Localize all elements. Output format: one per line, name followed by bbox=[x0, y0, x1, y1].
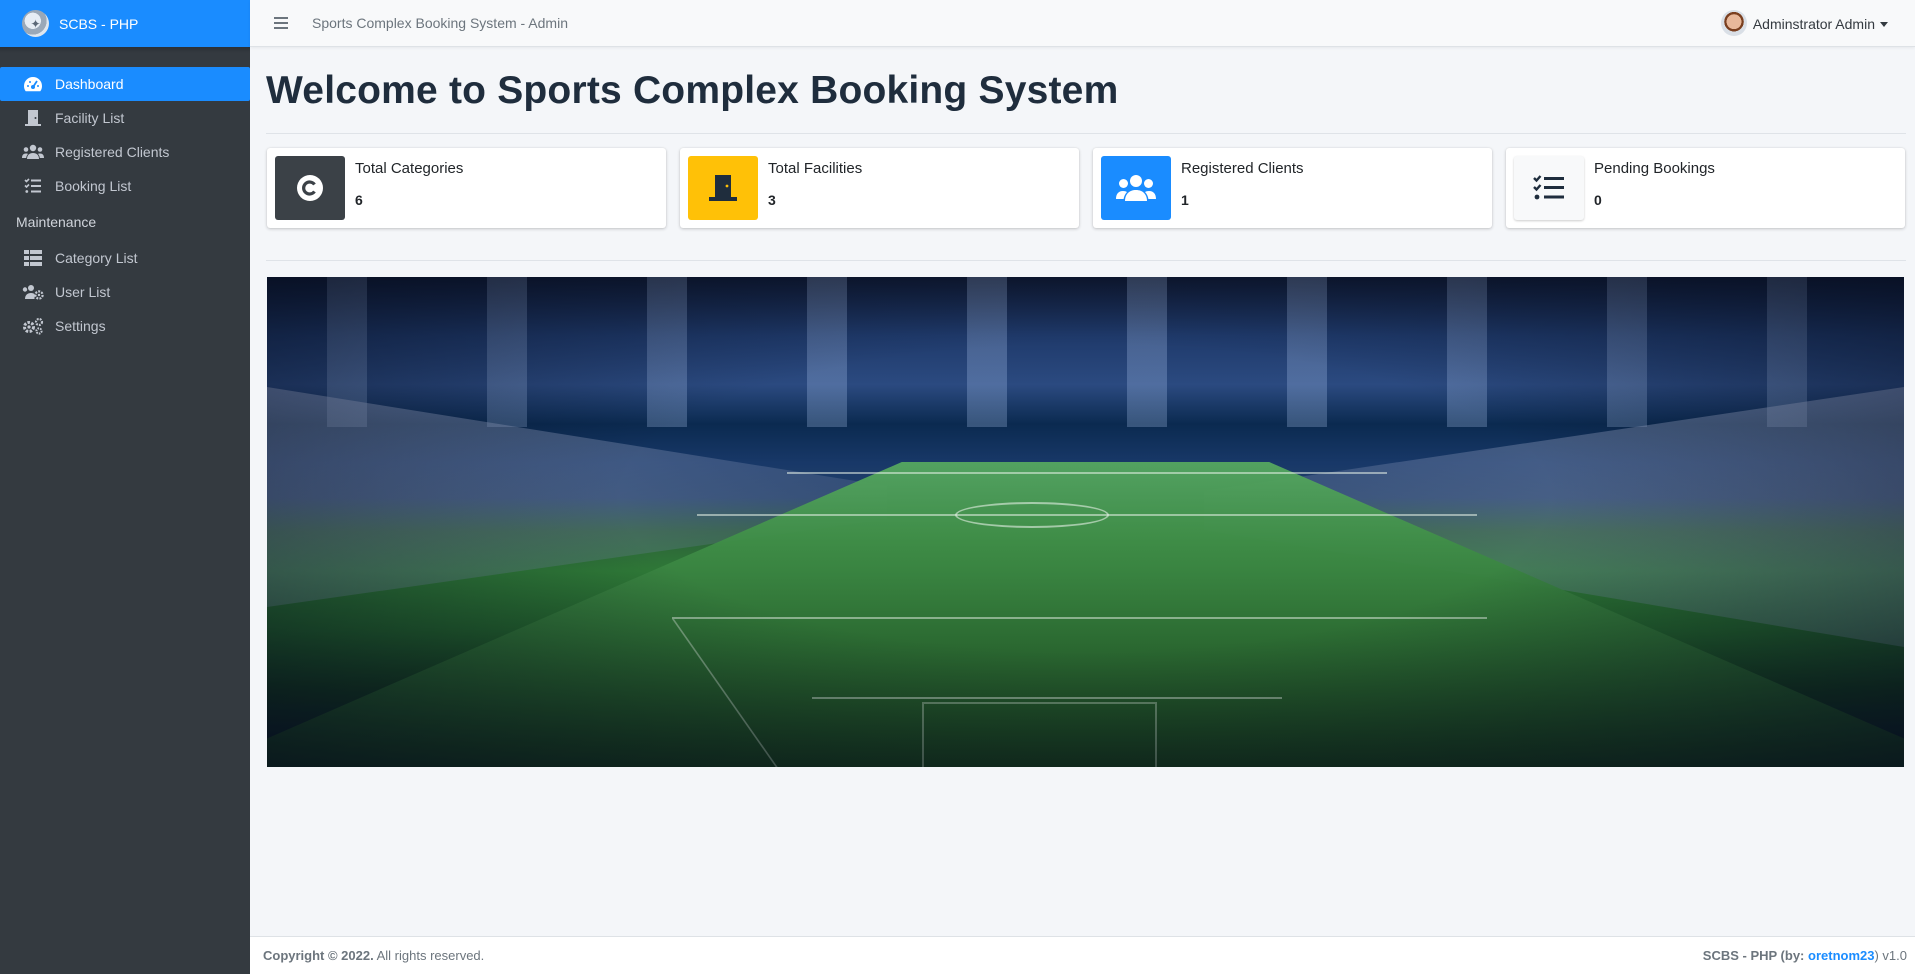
stat-card-label: Total Categories bbox=[355, 160, 464, 177]
stat-card-value: 6 bbox=[355, 192, 363, 208]
sidebar: ✦ SCBS - PHP Dashboard Facility List Reg… bbox=[0, 0, 250, 974]
door-closed-icon bbox=[688, 156, 758, 220]
sidebar-item-label: Dashboard bbox=[55, 76, 124, 92]
users-icon bbox=[1101, 156, 1171, 220]
door-icon bbox=[22, 109, 44, 127]
footer: Copyright © 2022. All rights reserved. S… bbox=[250, 936, 1915, 974]
sidebar-item-dashboard[interactable]: Dashboard bbox=[0, 67, 250, 101]
main-content: Welcome to Sports Complex Booking System… bbox=[250, 47, 1915, 936]
sidebar-item-label: User List bbox=[55, 284, 111, 300]
table-list-icon bbox=[22, 249, 44, 267]
stat-card-value: 1 bbox=[1181, 192, 1189, 208]
stat-card-value: 0 bbox=[1594, 192, 1602, 208]
sidebar-item-label: Registered Clients bbox=[55, 144, 170, 160]
top-navbar: Sports Complex Booking System - Admin Ad… bbox=[250, 0, 1915, 47]
users-cog-icon bbox=[22, 283, 44, 301]
copyright-text: Copyright © 2022. bbox=[263, 948, 374, 963]
dashboard-icon bbox=[22, 75, 44, 93]
tasks-icon bbox=[22, 177, 44, 195]
rights-text: All rights reserved. bbox=[376, 948, 485, 963]
page-title: Welcome to Sports Complex Booking System bbox=[266, 69, 1119, 112]
stat-card-label: Registered Clients bbox=[1181, 160, 1304, 177]
stat-card-total-facilities: Total Facilities 3 bbox=[680, 148, 1079, 228]
users-icon bbox=[22, 143, 44, 161]
stat-card-total-categories: Total Categories 6 bbox=[267, 148, 666, 228]
sidebar-header-maintenance: Maintenance bbox=[16, 214, 97, 230]
chevron-down-icon bbox=[1880, 21, 1888, 27]
stat-card-label: Total Facilities bbox=[768, 160, 863, 177]
sidebar-item-category-list[interactable]: Category List bbox=[0, 241, 250, 275]
sidebar-item-label: Category List bbox=[55, 250, 138, 266]
sidebar-item-user-list[interactable]: User List bbox=[0, 275, 250, 309]
author-link[interactable]: oretnom23 bbox=[1808, 948, 1874, 963]
stat-card-value: 3 bbox=[768, 192, 776, 208]
sidebar-item-label: Settings bbox=[55, 318, 106, 334]
user-name: Adminstrator Admin bbox=[1752, 16, 1875, 32]
topbar-title: Sports Complex Booking System - Admin bbox=[312, 15, 568, 31]
version-text: ) v1.0 bbox=[1874, 948, 1907, 963]
tasks-icon bbox=[1514, 156, 1584, 220]
stat-card-registered-clients: Registered Clients 1 bbox=[1093, 148, 1492, 228]
sidebar-item-booking-list[interactable]: Booking List bbox=[0, 169, 250, 203]
sidebar-item-label: Facility List bbox=[55, 110, 125, 126]
avatar bbox=[1720, 10, 1747, 36]
sidebar-item-label: Booking List bbox=[55, 178, 132, 194]
footer-copyright: Copyright © 2022. All rights reserved. bbox=[263, 948, 484, 963]
stat-cards: Total Categories 6 Total Facilities 3 Re… bbox=[267, 148, 1906, 228]
user-menu[interactable]: Adminstrator Admin bbox=[1720, 10, 1888, 36]
copyright-icon bbox=[275, 156, 345, 220]
sidebar-nav: Dashboard Facility List Registered Clien… bbox=[0, 67, 250, 343]
menu-toggle-icon[interactable] bbox=[274, 17, 288, 29]
brand-logo-icon: ✦ bbox=[22, 10, 49, 37]
cogs-icon bbox=[22, 317, 44, 335]
brand-divider bbox=[0, 47, 250, 53]
stat-card-pending-bookings: Pending Bookings 0 bbox=[1506, 148, 1905, 228]
divider bbox=[266, 260, 1906, 261]
footer-credit: SCBS - PHP (by: oretnom23) v1.0 bbox=[1703, 948, 1907, 963]
stadium-banner-image bbox=[267, 277, 1904, 767]
brand-link[interactable]: ✦ SCBS - PHP bbox=[0, 0, 250, 47]
sidebar-item-settings[interactable]: Settings bbox=[0, 309, 250, 343]
divider bbox=[266, 133, 1906, 134]
banner-vignette bbox=[267, 277, 1904, 767]
stat-card-label: Pending Bookings bbox=[1594, 160, 1715, 177]
sidebar-item-facility-list[interactable]: Facility List bbox=[0, 101, 250, 135]
sidebar-item-registered-clients[interactable]: Registered Clients bbox=[0, 135, 250, 169]
brand-name: SCBS - PHP bbox=[59, 15, 139, 32]
app-credit-text: SCBS - PHP (by: bbox=[1702, 948, 1805, 963]
